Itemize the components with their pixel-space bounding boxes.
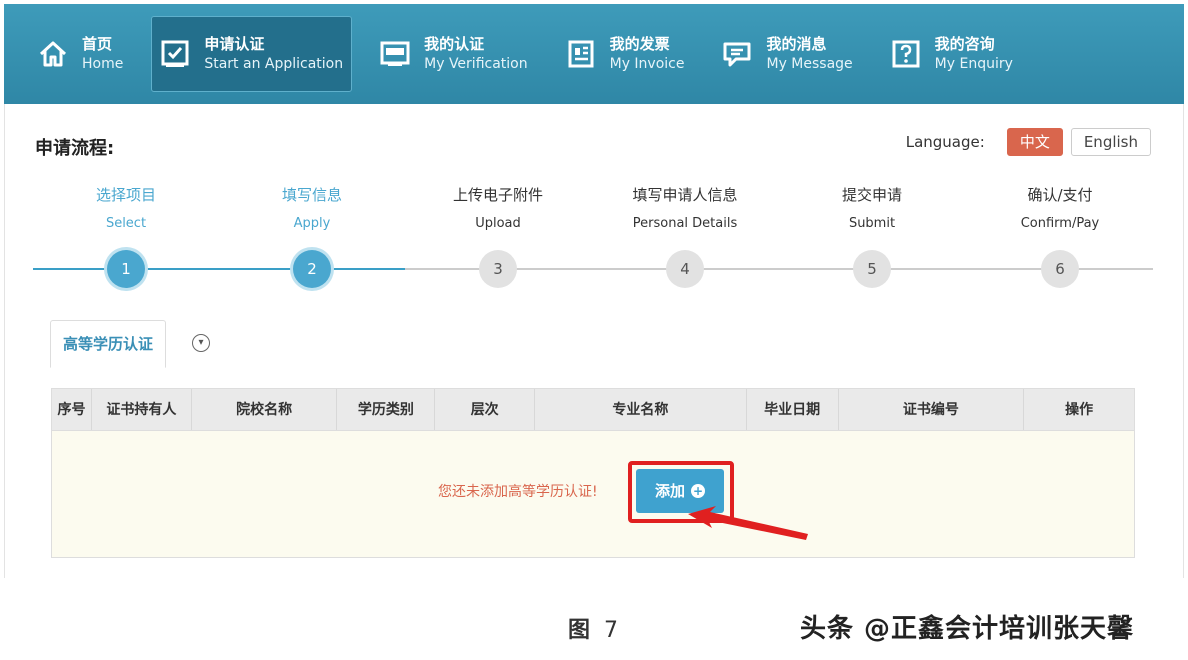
step-label-en: Apply — [293, 216, 331, 231]
nav-label-zh: 我的咨询 — [934, 35, 995, 53]
nav-label-en: My Enquiry — [934, 56, 1013, 72]
step-label-en: Upload — [475, 216, 521, 231]
nav-item-my-verification[interactable]: 我的认证 My Verification — [370, 16, 537, 92]
nav-label-zh: 我的认证 — [424, 35, 485, 53]
step-label-en: Select — [105, 216, 147, 231]
column-header: 专业名称 — [535, 389, 747, 430]
column-header: 层次 — [435, 389, 536, 430]
step-label-zh: 选择项目 — [95, 186, 156, 204]
progress-line-done — [33, 268, 405, 270]
column-header: 毕业日期 — [747, 389, 839, 430]
column-header: 证书持有人 — [92, 389, 192, 430]
nav-label-en: Home — [82, 56, 124, 72]
step-upload: 上传电子附件 Upload 3 — [405, 184, 591, 288]
verification-icon — [380, 39, 410, 69]
nav-label-en: My Verification — [424, 56, 528, 72]
message-icon — [722, 39, 752, 69]
content-panel: 申请流程: Language: 中文 English 选择项目 Select 1… — [4, 104, 1184, 578]
language-zh-button[interactable]: 中文 — [1006, 128, 1063, 156]
nav-label-zh: 申请认证 — [204, 35, 265, 53]
step-number: 1 — [107, 250, 145, 288]
step-label-en: Submit — [848, 216, 896, 231]
column-header: 院校名称 — [192, 389, 338, 430]
step-number: 6 — [1041, 250, 1079, 288]
step-apply: 填写信息 Apply 2 — [219, 184, 405, 288]
add-tab-icon[interactable]: ▾ — [192, 334, 210, 352]
step-personal-details: 填写申请人信息 Personal Details 4 — [592, 184, 778, 288]
step-label-zh: 确认/支付 — [1027, 186, 1093, 204]
step-label-zh: 上传电子附件 — [452, 186, 543, 204]
language-label: Language: — [905, 133, 985, 151]
nav-label-zh: 我的发票 — [609, 35, 670, 53]
nav-item-my-invoice[interactable]: 我的发票 My Invoice — [556, 16, 695, 92]
language-en-button[interactable]: English — [1070, 128, 1151, 156]
table-body: 您还未添加高等学历认证! 添加 + — [52, 431, 1134, 557]
column-header: 序号 — [52, 389, 92, 430]
step-number: 5 — [853, 250, 891, 288]
empty-message: 您还未添加高等学历认证! — [438, 484, 598, 500]
step-confirm-pay: 确认/支付 Confirm/Pay 6 — [967, 184, 1153, 288]
plus-circle-icon: + — [691, 484, 705, 498]
step-submit: 提交申请 Submit 5 — [779, 184, 965, 288]
step-label-zh: 填写信息 — [281, 186, 342, 204]
nav-label-zh: 首页 — [82, 35, 113, 53]
step-number: 4 — [666, 250, 704, 288]
step-label-en: Confirm/Pay — [1020, 216, 1100, 231]
nav-item-start-application[interactable]: 申请认证 Start an Application — [151, 16, 353, 92]
step-number: 2 — [293, 250, 331, 288]
nav-item-my-enquiry[interactable]: 我的咨询 My Enquiry — [881, 16, 1023, 92]
figure-caption-number: 7 — [604, 618, 619, 643]
step-label-en: Personal Details — [632, 216, 738, 231]
nav-label-en: My Message — [766, 56, 853, 72]
flow-title: 申请流程: — [35, 138, 115, 159]
nav-label-en: Start an Application — [204, 56, 344, 72]
nav-item-my-message[interactable]: 我的消息 My Message — [712, 16, 862, 92]
column-header: 操作 — [1065, 402, 1094, 418]
invoice-icon — [566, 39, 596, 69]
step-number: 3 — [479, 250, 517, 288]
nav-label-en: My Invoice — [609, 56, 685, 72]
figure-caption-label: 图 — [568, 618, 591, 643]
tab-higher-education[interactable]: 高等学历认证 — [50, 320, 167, 368]
step-select: 选择项目 Select 1 — [33, 184, 219, 288]
table-header: 序号 证书持有人 院校名称 学历类别 层次 专业名称 毕业日期 证书编号 操作 — [52, 389, 1134, 431]
column-header: 证书编号 — [839, 389, 1025, 430]
enquiry-icon — [891, 39, 921, 69]
nav-item-home[interactable]: 首页 Home — [28, 16, 133, 92]
watermark: 头条 @正鑫会计培训张天馨 — [800, 614, 1135, 644]
step-label-zh: 填写申请人信息 — [632, 186, 738, 204]
home-icon — [38, 39, 68, 69]
column-header: 学历类别 — [337, 389, 436, 430]
progress-steps: 选择项目 Select 1 填写信息 Apply 2 上传电子附件 Upload… — [33, 184, 1153, 294]
nav-label-zh: 我的消息 — [766, 35, 827, 53]
checkbox-icon — [160, 39, 190, 69]
figure-caption: 图7 — [568, 612, 618, 644]
step-label-zh: 提交申请 — [841, 186, 902, 204]
education-table: 序号 证书持有人 院校名称 学历类别 层次 专业名称 毕业日期 证书编号 操作 … — [51, 388, 1135, 558]
language-switcher: Language: 中文 English — [906, 128, 1151, 156]
red-arrow-icon — [688, 506, 808, 540]
top-nav: 首页 Home 申请认证 Start an Application 我的认证 My V… — [4, 4, 1184, 104]
add-button-label: 添加 — [654, 482, 685, 500]
